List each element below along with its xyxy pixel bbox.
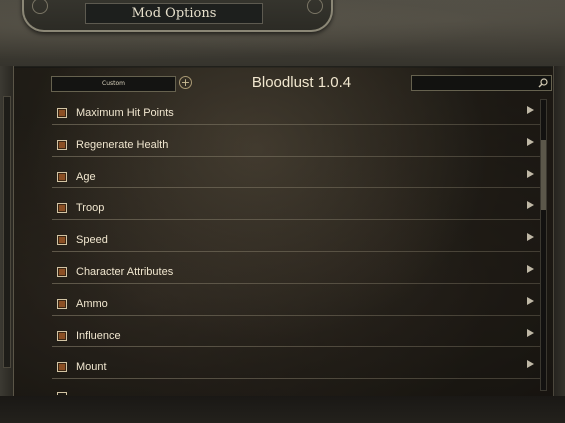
settings-list: Maximum Hit Points Regenerate Health Age…: [52, 99, 541, 385]
enable-checkbox[interactable]: [57, 139, 67, 150]
scrollbar-thumb[interactable]: [541, 140, 546, 210]
expand-arrow-icon[interactable]: [527, 137, 534, 146]
list-item-character-attributes[interactable]: Character Attributes: [52, 258, 541, 290]
row-label: Influence: [76, 329, 121, 342]
search-box[interactable]: [411, 75, 552, 91]
expand-arrow-icon[interactable]: [527, 264, 534, 273]
enable-checkbox[interactable]: [57, 171, 67, 182]
list-item-age[interactable]: Age: [52, 163, 541, 195]
plus-circle-icon: +: [180, 76, 191, 89]
list-item-regenerate-health[interactable]: Regenerate Health: [52, 131, 541, 163]
row-label: Ammo: [76, 297, 108, 310]
enable-checkbox[interactable]: [57, 235, 67, 246]
row-label: Regenerate Health: [76, 138, 169, 151]
row-label: Speed: [76, 234, 108, 247]
row-label: Maximum Hit Points: [76, 107, 174, 119]
expand-arrow-icon[interactable]: [527, 169, 534, 178]
row-label: Mount: [76, 361, 107, 374]
list-item-ammo[interactable]: Ammo: [52, 290, 541, 322]
bottom-bar: [0, 396, 565, 423]
mod-options-screen: Mod Options Custom + Bloodlust 1.0.4 Max…: [0, 0, 565, 423]
list-item-troop[interactable]: Troop: [52, 194, 541, 226]
list-item-speed[interactable]: Speed: [52, 226, 541, 258]
list-item-maximum-hit-points[interactable]: Maximum Hit Points: [52, 99, 541, 131]
expand-arrow-icon[interactable]: [527, 360, 534, 369]
enable-checkbox[interactable]: [57, 298, 67, 309]
search-input[interactable]: [414, 76, 532, 90]
expand-arrow-icon[interactable]: [527, 328, 534, 337]
expand-arrow-icon[interactable]: [527, 201, 534, 210]
mod-title: Bloodlust 1.0.4: [251, 74, 352, 91]
window-title: Mod Options: [85, 3, 263, 24]
row-label: Character Attributes: [76, 265, 174, 278]
row-label: Age: [76, 170, 96, 183]
header-stone-bar: Mod Options: [0, 0, 565, 68]
right-side-panel: [553, 66, 565, 396]
expand-arrow-icon[interactable]: [527, 233, 534, 242]
enable-checkbox[interactable]: [57, 266, 67, 277]
enable-checkbox[interactable]: [57, 362, 67, 373]
partially-visible-checkbox[interactable]: [57, 392, 67, 395]
expand-arrow-icon[interactable]: [527, 106, 534, 114]
left-side-panel: [0, 66, 14, 396]
list-item-influence[interactable]: Influence: [52, 322, 541, 354]
enable-checkbox[interactable]: [57, 108, 67, 118]
preset-dropdown[interactable]: Custom: [51, 76, 176, 92]
enable-checkbox[interactable]: [57, 330, 67, 341]
list-item-mount[interactable]: Mount: [52, 353, 541, 385]
mod-settings-panel: Custom + Bloodlust 1.0.4 Maximum Hit Poi…: [14, 67, 553, 396]
row-label: Troop: [76, 202, 105, 215]
expand-arrow-icon[interactable]: [527, 296, 534, 305]
add-preset-button[interactable]: +: [179, 76, 192, 89]
scrollbar[interactable]: [540, 99, 547, 391]
left-side-inset: [3, 96, 11, 368]
search-icon[interactable]: [538, 78, 548, 88]
enable-checkbox[interactable]: [57, 203, 67, 214]
